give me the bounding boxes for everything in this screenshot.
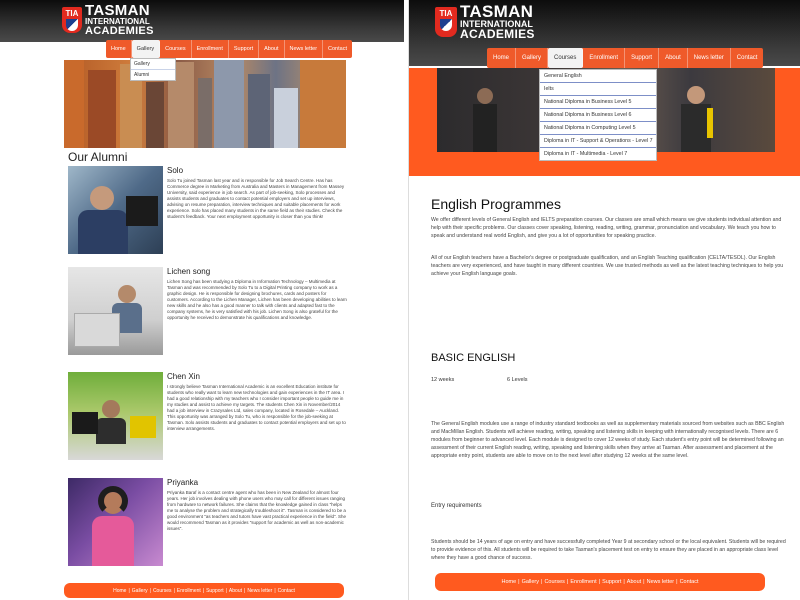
alumni-photo [68, 478, 163, 566]
alumni-name: Solo [167, 166, 184, 175]
footer-nav: Home | Gallery | Courses | Enrollment | Supp… [64, 583, 344, 598]
alumni-bio: Priyanka Baraf is a contact centre agent… [167, 490, 347, 532]
courses-dropdown: General English Ielts National Diploma i… [539, 69, 657, 161]
footer-link-support[interactable]: Support [205, 588, 225, 594]
footer-link-home[interactable]: Home [112, 588, 127, 594]
alumni-card: Solo Solo Tu joined Tasman last year and… [68, 166, 348, 254]
dropdown-item-it-support-l7[interactable]: Diploma in IT - Support & Operations - L… [540, 135, 656, 148]
alumni-name: Lichen song [167, 267, 211, 276]
nav-contact[interactable]: Contact [731, 48, 764, 68]
logo-abbrev: TIA [439, 9, 453, 19]
page-title: Our Alumni [68, 150, 128, 164]
footer-link-enrollment[interactable]: Enrollment [176, 588, 202, 594]
alumni-page: TIA TASMAN INTERNATIONAL ACADEMIES Home … [0, 0, 404, 600]
course-levels: 6 Levels [507, 377, 528, 383]
logo-shield-icon: TIA [62, 7, 82, 34]
nav-courses[interactable]: Courses [160, 40, 192, 58]
dropdown-item-computing-l5[interactable]: National Diploma in Computing Level 5 [540, 122, 656, 135]
nav-home[interactable]: Home [487, 48, 517, 68]
nav-support[interactable]: Support [229, 40, 260, 58]
nav-gallery[interactable]: Gallery [131, 40, 161, 58]
section-title: BASIC ENGLISH [431, 352, 516, 364]
nav-newsletter[interactable]: News letter [285, 40, 324, 58]
page-title: English Programmes [431, 196, 561, 212]
footer-nav: Home | Gallery | Courses | Enrollment | Supp… [435, 573, 765, 591]
logo-shield-icon: TIA [435, 7, 457, 38]
course-duration: 12 weeks [431, 377, 455, 383]
alumni-text: Chen Xin I strongly believe Tasman Inter… [167, 372, 348, 460]
footer-link-courses[interactable]: Courses [543, 579, 565, 585]
dropdown-item-business-l6[interactable]: National Diploma in Business Level 6 [540, 109, 656, 122]
alumni-name: Priyanka [167, 478, 199, 487]
nav-enrollment[interactable]: Enrollment [583, 48, 626, 68]
logo-line1: TASMAN [85, 2, 150, 19]
entry-requirements-text: Students should be 14 years of age on en… [431, 539, 786, 562]
main-nav: Home Gallery Courses Enrollment Support … [106, 40, 352, 58]
alumni-card: Priyanka Priyanka Baraf is a contact cen… [68, 478, 348, 566]
entry-requirements-title: Entry requirements [431, 503, 482, 509]
dropdown-item-general-english[interactable]: General English [540, 70, 656, 83]
course-description: The General English modules use a range … [431, 421, 785, 460]
alumni-photo [68, 267, 163, 355]
shield-icon [440, 19, 452, 32]
nav-about[interactable]: About [659, 48, 688, 68]
footer-link-newsletter[interactable]: News letter [646, 579, 676, 585]
logo-text: TASMAN INTERNATIONAL ACADEMIES [85, 2, 154, 37]
dropdown-item-it-multimedia-l7[interactable]: Diploma in IT - Multimedia - Level 7 [540, 148, 656, 160]
alumni-card: Lichen song Lichen Song has been studyin… [68, 267, 348, 355]
nav-gallery[interactable]: Gallery [516, 48, 549, 68]
site-logo[interactable]: TIA TASMAN INTERNATIONAL ACADEMIES [62, 2, 154, 37]
nav-newsletter[interactable]: News letter [688, 48, 731, 68]
logo-line3: ACADEMIES [85, 24, 154, 37]
footer-link-support[interactable]: Support [601, 579, 622, 585]
nav-contact[interactable]: Contact [323, 40, 352, 58]
alumni-photo [68, 372, 163, 460]
site-header: TIA TASMAN INTERNATIONAL ACADEMIES [0, 0, 404, 42]
main-nav: Home Gallery Courses Enrollment Support … [487, 48, 764, 68]
dropdown-item-alumni[interactable]: Alumni [131, 70, 175, 80]
intro-paragraph: We offer different levels of General Eng… [431, 217, 782, 240]
logo-line3: ACADEMIES [460, 26, 535, 41]
stage: TIA TASMAN INTERNATIONAL ACADEMIES Home … [0, 0, 800, 600]
footer-link-about[interactable]: About [626, 579, 642, 585]
footer-link-gallery[interactable]: Gallery [521, 579, 540, 585]
shield-icon [66, 19, 78, 32]
english-programmes-page: TIA TASMAN INTERNATIONAL ACADEMIES Home … [408, 0, 800, 600]
intro-paragraph: All of our English teachers have a Bache… [431, 255, 784, 278]
nav-courses[interactable]: Courses [548, 48, 584, 68]
footer-link-contact[interactable]: Contact [277, 588, 296, 594]
nav-support[interactable]: Support [625, 48, 660, 68]
alumni-text: Solo Solo Tu joined Tasman last year and… [167, 166, 348, 254]
dropdown-item-ielts[interactable]: Ielts [540, 83, 656, 96]
footer-link-contact[interactable]: Contact [679, 579, 700, 585]
alumni-name: Chen Xin [167, 372, 200, 381]
hero-image [64, 60, 346, 148]
logo-line1: TASMAN [460, 2, 534, 21]
footer-link-about[interactable]: About [228, 588, 243, 594]
footer-link-enrollment[interactable]: Enrollment [569, 579, 597, 585]
gallery-dropdown: Gallery Alumni [130, 58, 176, 81]
footer-link-newsletter[interactable]: News letter [246, 588, 273, 594]
alumni-bio: Lichen Song has been studying a Diploma … [167, 279, 347, 321]
nav-home[interactable]: Home [106, 40, 132, 58]
logo-abbrev: TIA [65, 9, 79, 19]
logo-text: TASMAN INTERNATIONAL ACADEMIES [460, 2, 535, 41]
site-logo[interactable]: TIA TASMAN INTERNATIONAL ACADEMIES [435, 2, 535, 41]
nav-about[interactable]: About [259, 40, 285, 58]
nav-enrollment[interactable]: Enrollment [192, 40, 229, 58]
dropdown-item-business-l5[interactable]: National Diploma in Business Level 5 [540, 96, 656, 109]
alumni-card: Chen Xin I strongly believe Tasman Inter… [68, 372, 348, 460]
footer-link-gallery[interactable]: Gallery [131, 588, 149, 594]
footer-link-home[interactable]: Home [500, 579, 517, 585]
alumni-text: Lichen song Lichen Song has been studyin… [167, 267, 348, 355]
alumni-bio: Solo Tu joined Tasman last year and is r… [167, 178, 345, 220]
footer-link-courses[interactable]: Courses [152, 588, 173, 594]
alumni-bio: I strongly believe Tasman International … [167, 384, 346, 432]
alumni-text: Priyanka Priyanka Baraf is a contact cen… [167, 478, 348, 566]
alumni-photo [68, 166, 163, 254]
dropdown-item-gallery[interactable]: Gallery [131, 59, 175, 70]
